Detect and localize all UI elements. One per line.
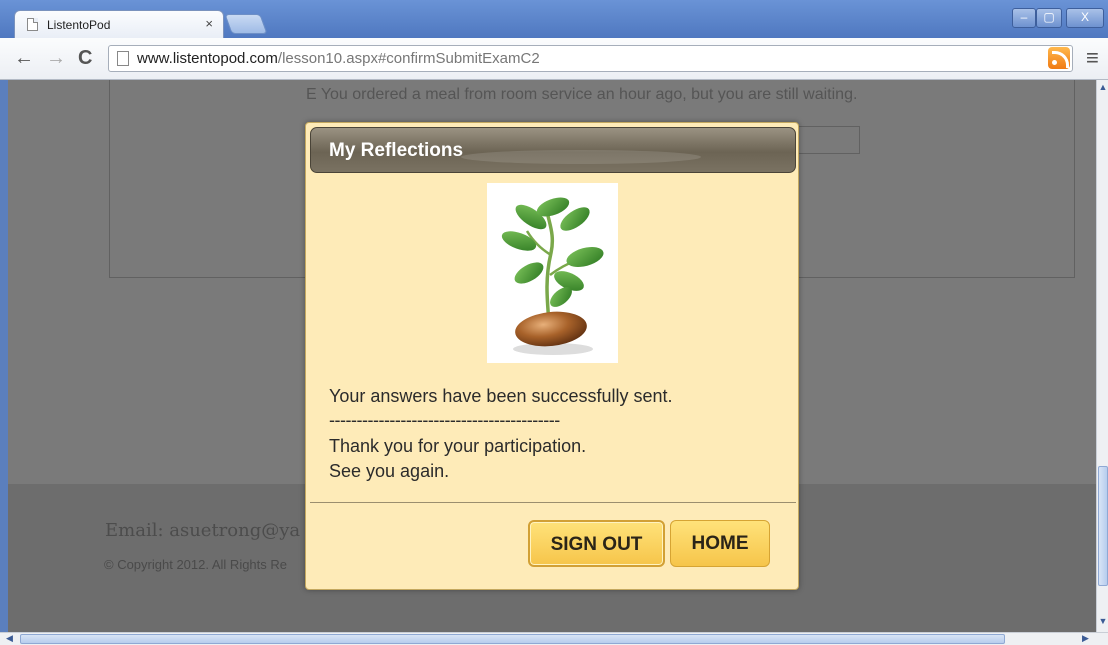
dialog-header: My Reflections: [310, 127, 796, 173]
url-path: /lesson10.aspx#confirmSubmitExamC2: [277, 50, 540, 67]
dialog-title: My Reflections: [329, 140, 464, 161]
page-icon: [27, 18, 38, 31]
message-separator: ----------------------------------------…: [329, 410, 560, 430]
menu-icon[interactable]: ≡: [1086, 45, 1099, 71]
horizontal-scroll-thumb[interactable]: [20, 634, 1005, 644]
dialog-divider: [310, 502, 796, 503]
seedling-image: [487, 183, 618, 363]
scroll-right-icon[interactable]: ▶: [1082, 633, 1089, 644]
new-tab-button[interactable]: [224, 14, 268, 34]
url-host: www.listentopod.com: [137, 50, 278, 67]
page-icon: [117, 51, 129, 66]
scroll-left-icon[interactable]: ◀: [6, 633, 13, 644]
back-arrow-icon[interactable]: ←: [14, 46, 34, 70]
address-bar[interactable]: www.listentopod.com/lesson10.aspx#confir…: [108, 45, 1073, 72]
tab-strip: ListentoPod × – ▢ X: [0, 0, 1108, 38]
minimize-button[interactable]: –: [1012, 8, 1036, 28]
success-message: Your answers have been successfully sent…: [329, 386, 673, 406]
tab-title: ListentoPod: [47, 18, 111, 32]
footer-email: Email: asuetrong@ya: [105, 520, 301, 541]
browser-tab[interactable]: ListentoPod ×: [14, 10, 224, 38]
scroll-up-icon[interactable]: ▲: [1098, 82, 1108, 96]
browser-window: ListentoPod × – ▢ X ← → C www.listentopo…: [0, 0, 1108, 645]
close-tab-icon[interactable]: ×: [205, 16, 213, 31]
answer-input: [792, 126, 860, 154]
browser-toolbar: ← → C www.listentopod.com/lesson10.aspx#…: [0, 38, 1108, 80]
rss-icon[interactable]: [1048, 47, 1070, 69]
question-option-e: E You ordered a meal from room service a…: [306, 86, 858, 103]
scroll-down-icon[interactable]: ▼: [1098, 616, 1108, 630]
reflections-dialog: My Reflections Your answers have been su…: [305, 122, 799, 590]
seedling-illustration: [501, 197, 604, 355]
restore-button[interactable]: ▢: [1036, 8, 1062, 28]
footer-copyright: © Copyright 2012. All Rights Re: [104, 557, 288, 572]
home-button[interactable]: HOME: [670, 520, 770, 567]
sign-out-button[interactable]: SIGN OUT: [528, 520, 665, 567]
forward-arrow-icon[interactable]: →: [46, 46, 66, 70]
vertical-scroll-thumb[interactable]: [1098, 466, 1108, 586]
horizontal-scrollbar[interactable]: ◀ ▶: [0, 632, 1108, 645]
url-text: www.listentopod.com/lesson10.aspx#confir…: [137, 46, 540, 71]
close-window-button[interactable]: X: [1066, 8, 1104, 28]
reload-icon[interactable]: C: [78, 46, 92, 70]
thank-you-message: Thank you for your participation.: [329, 436, 587, 456]
farewell-message: See you again.: [329, 461, 450, 481]
vertical-scrollbar[interactable]: ▲ ▼: [1096, 80, 1108, 632]
